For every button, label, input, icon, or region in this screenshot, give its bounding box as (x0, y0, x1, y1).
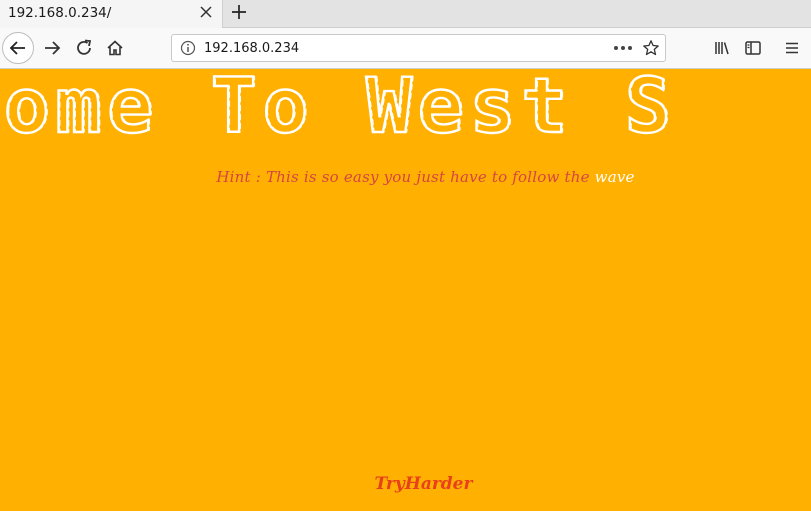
hamburger-menu-icon (786, 42, 798, 54)
open-menu-button[interactable] (777, 33, 807, 63)
sidebar-toggle-button[interactable] (738, 33, 768, 63)
tab-active[interactable]: 192.168.0.234/ (0, 0, 223, 28)
page-content: come To West S come To West S Hint : Thi… (0, 70, 811, 511)
reload-button[interactable] (69, 33, 99, 63)
navigation-toolbar: 192.168.0.234 (0, 28, 811, 69)
tab-bar: 192.168.0.234/ (0, 0, 811, 28)
banner-text-inner: come To West S (0, 70, 678, 142)
back-arrow-icon (9, 41, 25, 55)
close-icon[interactable] (198, 4, 214, 20)
footer-tryharder: TryHarder (374, 474, 473, 494)
back-button[interactable] (2, 32, 34, 64)
site-info-icon[interactable] (180, 40, 196, 56)
new-tab-plus-icon[interactable] (230, 3, 248, 21)
library-icon (715, 42, 729, 55)
forward-button[interactable] (37, 33, 67, 63)
home-button[interactable] (100, 33, 130, 63)
hint-wave-link: wave (594, 168, 635, 186)
hint-text: Hint : This is so easy you just have to … (0, 168, 811, 186)
forward-arrow-icon (45, 41, 61, 55)
library-button[interactable] (707, 33, 737, 63)
sidebar-icon (745, 41, 761, 55)
page-actions-icon[interactable] (612, 40, 634, 56)
home-icon (107, 40, 123, 56)
welcome-banner: come To West S come To West S (0, 70, 678, 142)
bookmark-star-icon[interactable] (642, 39, 660, 57)
url-text[interactable]: 192.168.0.234 (204, 41, 299, 56)
hint-prefix: Hint : This is so easy you just have to … (216, 168, 595, 186)
tab-title: 192.168.0.234/ (8, 5, 112, 21)
reload-icon (77, 39, 92, 55)
url-bar[interactable]: 192.168.0.234 (171, 34, 666, 62)
